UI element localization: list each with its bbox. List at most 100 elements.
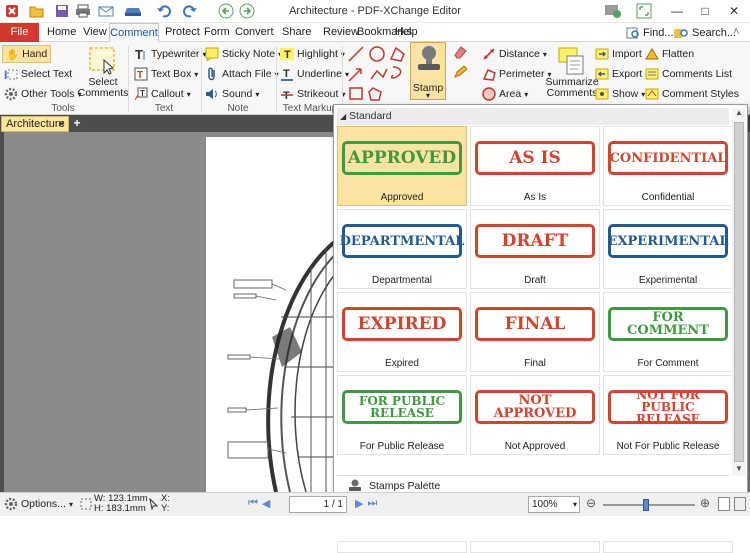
document-page[interactable] <box>206 137 336 492</box>
text-box-button[interactable]: T Text Box ▾ <box>134 67 198 81</box>
select-comments-button[interactable]: Select Comments <box>78 46 128 99</box>
dropdown-arrow-icon: ▾ <box>186 89 191 99</box>
close-button[interactable]: ✕ <box>719 0 749 22</box>
maximize-button[interactable]: □ <box>690 0 720 22</box>
comment-styles-button[interactable]: Comment Styles <box>645 87 739 101</box>
stamp-item[interactable]: FINAL Final <box>470 292 600 372</box>
typewriter-button[interactable]: T Typewriter ▾ <box>134 47 206 61</box>
zoom-out-icon[interactable]: ⊖ <box>586 496 596 510</box>
stamp-item[interactable]: DEPARTMENTAL Departmental <box>337 209 467 289</box>
text-group-label: Text <box>154 103 174 114</box>
scroll-down-arrow-icon[interactable]: ▼ <box>732 464 746 476</box>
stamp-item[interactable]: FOR COMMENT For Comment <box>603 292 733 372</box>
stamp-image: CONFIDENTIAL <box>608 141 728 175</box>
stamp-item[interactable]: NOT FOR PUBLIC RELEASE Not For Public Rel… <box>603 375 733 455</box>
stamp-item[interactable]: NOT APPROVED Not Approved <box>470 375 600 455</box>
document-tab-architecture[interactable]: Architecture ✕ <box>1 116 69 132</box>
menu-file[interactable]: File <box>0 23 39 42</box>
scroll-up-arrow-icon[interactable]: ▲ <box>732 108 746 120</box>
settings-icon[interactable] <box>602 3 624 19</box>
pencil-button[interactable] <box>453 65 467 79</box>
zoom-in-icon[interactable]: ⊕ <box>700 496 710 510</box>
menu-view[interactable]: View <box>83 23 107 42</box>
scroll-thumb[interactable] <box>734 122 744 462</box>
callout-button[interactable]: T Callout ▾ <box>134 87 191 101</box>
stamp-button[interactable]: Stamp ▾ <box>410 42 446 100</box>
first-page-icon[interactable]: ⏮ <box>248 497 258 510</box>
options-button[interactable]: Options... ▾ <box>4 497 73 511</box>
ribbon-collapse-icon[interactable]: ˄ <box>733 23 739 42</box>
show-button[interactable]: Show ▾ <box>595 87 645 101</box>
menu-share[interactable]: Review <box>323 23 359 42</box>
stamp-item[interactable]: APPROVED Approved <box>337 126 467 206</box>
stamp-item-partial[interactable] <box>470 541 600 553</box>
sticky-note-button[interactable]: Sticky Note▾ <box>205 47 282 61</box>
stamp-item-partial[interactable] <box>603 541 733 553</box>
stamp-item[interactable]: FOR PUBLIC RELEASE For Public Release <box>337 375 467 455</box>
vertical-scrollbar[interactable]: ▲ ▼ <box>732 108 746 476</box>
menu-comment[interactable]: Comment <box>109 23 159 42</box>
stamp-image: FOR PUBLIC RELEASE <box>342 390 462 424</box>
select-text-button[interactable]: I Select Text <box>4 67 72 81</box>
page-layout-alt-icon[interactable] <box>734 497 746 511</box>
collapse-triangle-icon: ◢ <box>340 112 347 121</box>
typewriter-icon: T <box>135 47 145 61</box>
stamp-item[interactable]: EXPERIMENTAL Experimental <box>603 209 733 289</box>
stamp-item[interactable]: DRAFT Draft <box>470 209 600 289</box>
summarize-comments-button[interactable]: Summarize Comments <box>545 46 599 99</box>
stamp-item[interactable]: AS IS As Is <box>470 126 600 206</box>
eraser-button[interactable] <box>453 45 467 59</box>
import-button[interactable]: Import <box>595 47 642 61</box>
next-page-icon[interactable]: ▶ <box>355 497 363 510</box>
stamp-item[interactable]: CONFIDENTIAL Confidential <box>603 126 733 206</box>
area-button[interactable]: Area ▾ <box>482 87 528 101</box>
zoom-slider-track[interactable] <box>603 504 695 506</box>
export-icon <box>595 68 609 80</box>
stamps-palette-icon <box>349 479 361 491</box>
menu-home[interactable]: Home <box>47 23 76 42</box>
export-button[interactable]: Export <box>595 67 642 81</box>
comments-list-button[interactable]: Comments List <box>645 67 732 81</box>
previous-page-icon[interactable]: ◀ <box>262 497 270 510</box>
svg-text:T: T <box>140 89 145 98</box>
stamps-section-header[interactable]: ◢ Standard <box>337 108 729 125</box>
select-text-icon: I <box>4 68 18 81</box>
hand-tool-button[interactable]: ✋ Hand <box>2 45 52 63</box>
find-button[interactable]: Find... <box>626 23 674 42</box>
flatten-button[interactable]: Flatten <box>645 47 694 61</box>
zoom-slider-thumb[interactable] <box>643 499 649 511</box>
attach-file-button[interactable]: Attach File▾ <box>205 67 279 81</box>
other-tools-button[interactable]: Other Tools ▾ <box>4 87 82 101</box>
stamp-caption: Not Approved <box>504 441 566 452</box>
highlight-button[interactable]: T Highlight▾ <box>280 47 345 61</box>
select-comments-icon <box>89 47 115 75</box>
drawing-tools-icon[interactable] <box>347 45 409 105</box>
tab-close-icon[interactable]: ✕ <box>57 117 65 131</box>
menu-bookmarks[interactable]: Help <box>395 23 418 42</box>
page-layout-icon[interactable] <box>718 497 730 511</box>
fullscreen-icon[interactable] <box>634 3 654 19</box>
minimize-button[interactable]: — <box>662 0 692 22</box>
svg-text:T: T <box>284 49 291 61</box>
menu-organize[interactable]: Convert <box>235 23 274 42</box>
perimeter-button[interactable]: Perimeter ▾ <box>482 67 552 81</box>
sound-button[interactable]: Sound ▾ <box>205 87 259 101</box>
dropdown-arrow-icon: ▾ <box>255 89 260 99</box>
strikeout-icon: T <box>281 90 293 101</box>
distance-button[interactable]: Distance ▾ <box>482 47 547 61</box>
stamp-item[interactable]: EXPIRED Expired <box>337 292 467 372</box>
zoom-select[interactable]: 100% ▾ <box>528 496 580 513</box>
last-page-icon[interactable]: ⏭ <box>367 497 377 510</box>
stamp-item-partial[interactable] <box>337 541 467 553</box>
strikeout-button[interactable]: T Strikeout▾ <box>280 87 345 101</box>
new-tab-icon[interactable]: + <box>71 115 83 131</box>
pencil-icon <box>454 65 467 78</box>
menu-convert[interactable]: Share <box>282 23 311 42</box>
stamp-caption: Departmental <box>371 275 433 286</box>
menu-form[interactable]: Form <box>204 23 230 42</box>
page-number-input[interactable]: 1 / 1 <box>289 496 347 513</box>
cursor-position-icon <box>149 498 159 510</box>
underline-button[interactable]: T Underline ▾ <box>280 67 349 81</box>
search-button[interactable]: Search... <box>673 23 736 42</box>
menu-protect[interactable]: Protect <box>165 23 200 42</box>
